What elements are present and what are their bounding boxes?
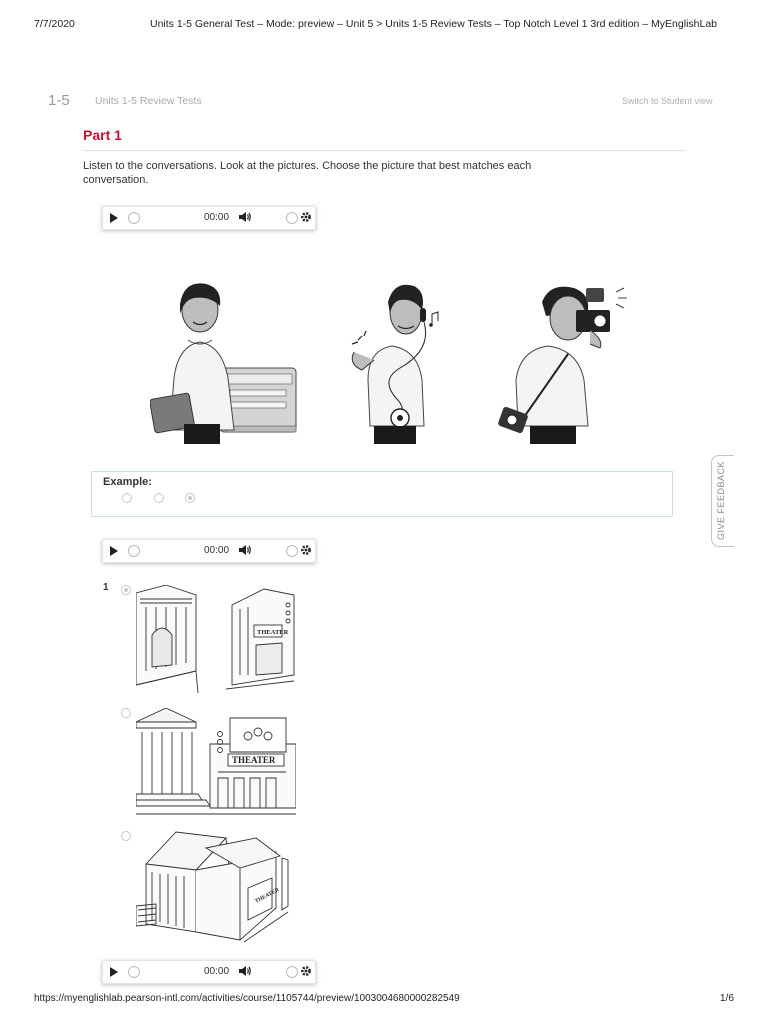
volume-icon[interactable] (238, 543, 252, 557)
print-title: Units 1-5 General Test – Mode: preview –… (150, 18, 718, 30)
print-url: https://myenglishlab.pearson-intl.com/ac… (34, 993, 460, 1004)
example-label: Example: (103, 476, 152, 488)
give-feedback-label: GIVE FEEDBACK (716, 460, 726, 540)
gear-icon[interactable] (300, 210, 312, 224)
time-display: 00:00 (204, 545, 230, 556)
q1-radio-option-3[interactable] (121, 831, 131, 841)
print-date: 7/7/2020 (34, 18, 75, 30)
time-display: 00:00 (204, 212, 230, 223)
volume-icon[interactable] (238, 964, 252, 978)
example-radio-option-1[interactable] (122, 493, 132, 503)
volume-icon[interactable] (238, 210, 252, 224)
volume-slider[interactable] (286, 966, 298, 978)
example-radio-option-3[interactable] (185, 493, 195, 503)
q1-picture-option-3[interactable]: THEATER (136, 828, 296, 946)
q1-option-2-sign: THEATER (232, 755, 276, 765)
unit-number: 1-5 (48, 92, 70, 109)
print-page-number: 1/6 (720, 993, 734, 1004)
q1-radio-option-2[interactable] (121, 708, 131, 718)
unit-title: Units 1-5 Review Tests (95, 95, 202, 107)
example-radio-option-2[interactable] (154, 493, 164, 503)
play-icon[interactable] (110, 546, 118, 556)
example-picture-man-music (340, 280, 440, 446)
progress-slider[interactable] (128, 966, 140, 978)
audio-player: 00:00 (102, 539, 316, 563)
progress-slider[interactable] (128, 212, 140, 224)
time-display: 00:00 (204, 966, 230, 977)
gear-icon[interactable] (300, 964, 312, 978)
question-number: 1 (103, 582, 109, 593)
gear-icon[interactable] (300, 543, 312, 557)
progress-slider[interactable] (128, 545, 140, 557)
q1-radio-option-1[interactable] (121, 585, 131, 595)
volume-slider[interactable] (286, 545, 298, 557)
volume-slider[interactable] (286, 212, 298, 224)
q1-option-1-sign: THEATER (257, 629, 289, 636)
q1-picture-option-2[interactable]: THEATER (136, 708, 296, 816)
example-picture-man-copier (150, 278, 300, 446)
part-title: Part 1 (83, 127, 122, 143)
q1-picture-option-1[interactable]: THEATER (136, 585, 296, 693)
instructions-text: Listen to the conversations. Look at the… (83, 160, 532, 186)
give-feedback-tab[interactable]: GIVE FEEDBACK (711, 455, 734, 547)
audio-player: 00:00 (102, 960, 316, 984)
divider (83, 150, 686, 151)
play-icon[interactable] (110, 213, 118, 223)
switch-to-student-view-link[interactable]: Switch to Student view (622, 96, 713, 106)
play-icon[interactable] (110, 967, 118, 977)
example-picture-man-camera (494, 280, 644, 446)
audio-player: 00:00 (102, 206, 316, 230)
example-box (91, 471, 673, 517)
